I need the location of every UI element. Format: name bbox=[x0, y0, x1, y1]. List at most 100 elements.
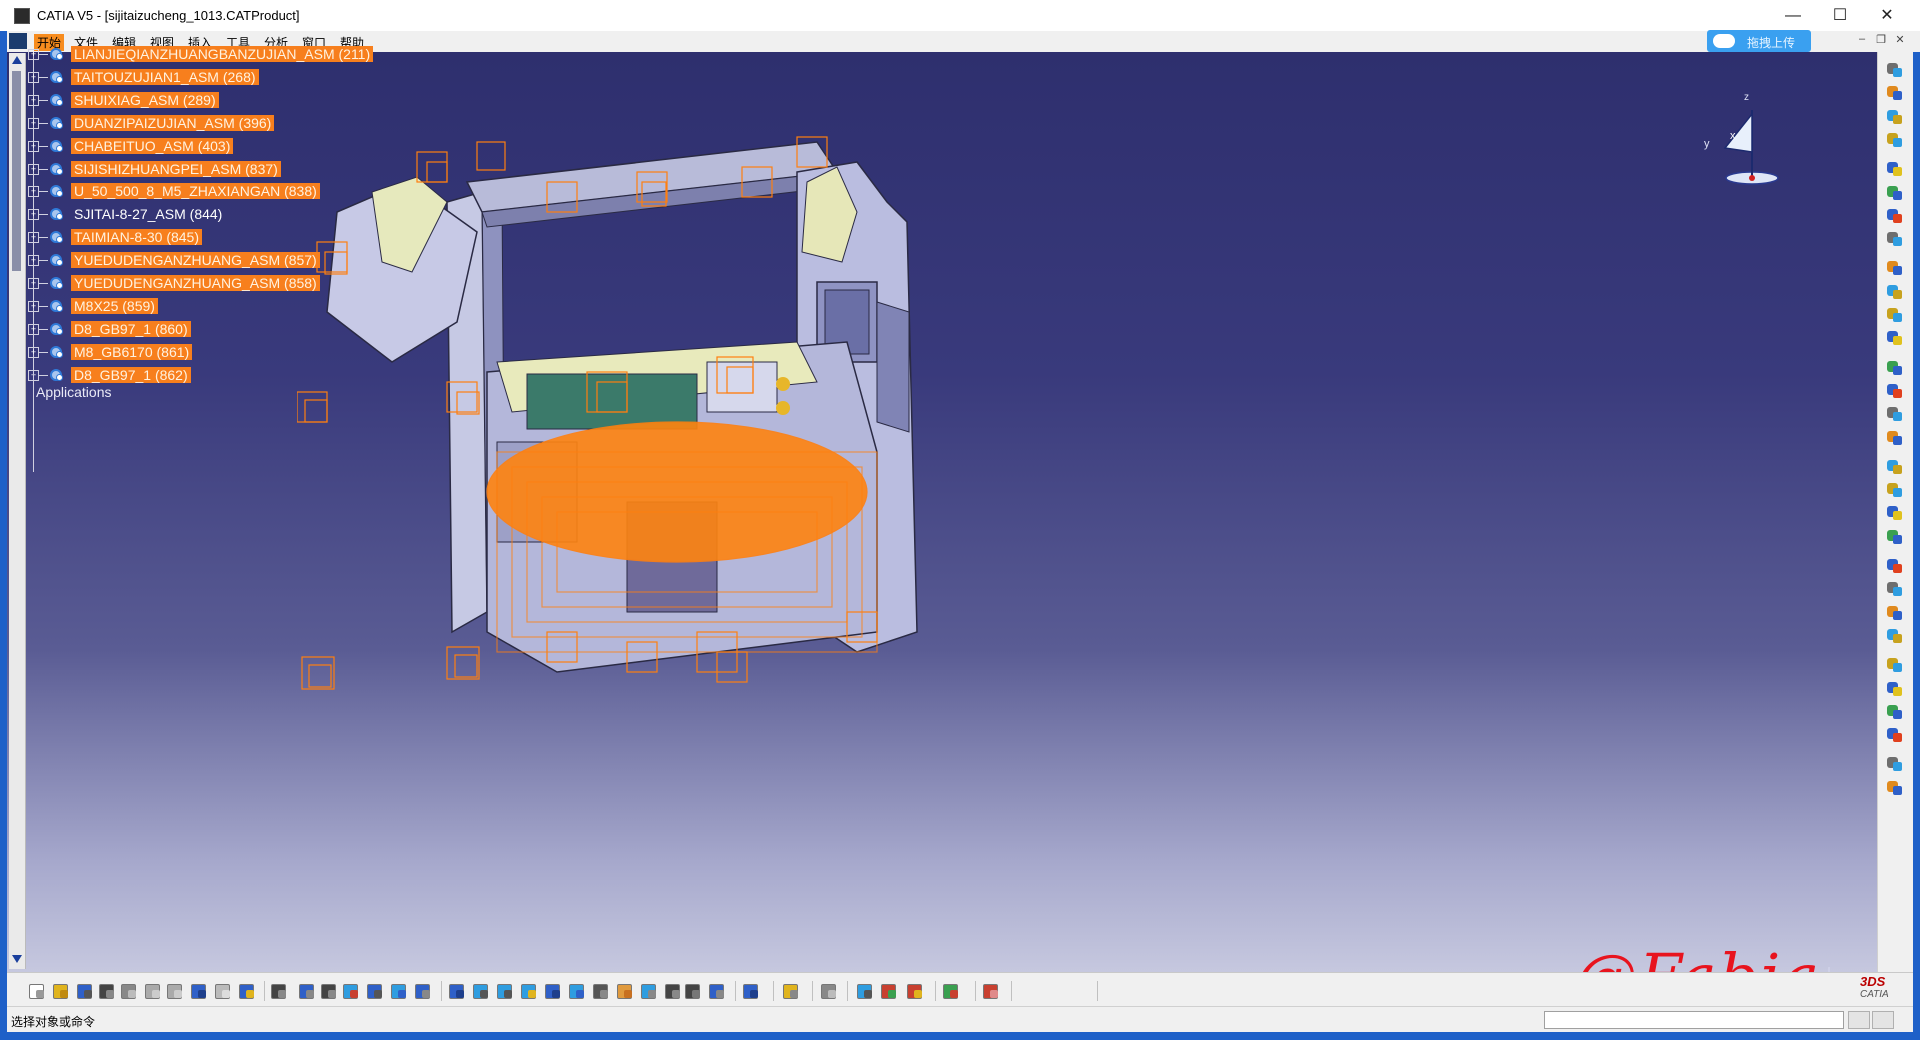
tree-node[interactable]: + CHABEITUO_ASM (403) bbox=[26, 136, 386, 156]
right-tool-icon[interactable] bbox=[1885, 159, 1905, 179]
tree-scrollbar[interactable] bbox=[9, 53, 26, 969]
right-tool-icon[interactable] bbox=[1885, 626, 1905, 646]
tree-node-label[interactable]: SHUIXIAG_ASM (289) bbox=[71, 91, 219, 108]
right-tool-icon[interactable] bbox=[1885, 480, 1905, 500]
bottom-tool-icon[interactable] bbox=[781, 981, 801, 1001]
right-tool-icon[interactable] bbox=[1885, 130, 1905, 150]
status-button-2[interactable] bbox=[1872, 1011, 1894, 1029]
right-tool-icon[interactable] bbox=[1885, 83, 1905, 103]
bottom-tool-icon[interactable] bbox=[341, 981, 361, 1001]
right-tool-icon[interactable] bbox=[1885, 503, 1905, 523]
right-tool-icon[interactable] bbox=[1885, 778, 1905, 798]
mdi-restore-button[interactable]: ❐ bbox=[1874, 33, 1888, 46]
bottom-tool-icon[interactable] bbox=[663, 981, 683, 1001]
tree-node-label[interactable]: U_50_500_8_M5_ZHAXIANGAN (838) bbox=[71, 183, 320, 200]
catia-menu-logo-icon[interactable] bbox=[9, 33, 27, 49]
tree-node-label[interactable]: TAIMIAN-8-30 (845) bbox=[71, 229, 202, 246]
bottom-tool-icon[interactable] bbox=[297, 981, 317, 1001]
tree-node-label[interactable]: YUEDUDENGANZHUANG_ASM (857) bbox=[71, 252, 320, 269]
bottom-tool-icon[interactable] bbox=[365, 981, 385, 1001]
right-tool-icon[interactable] bbox=[1885, 579, 1905, 599]
right-tool-icon[interactable] bbox=[1885, 702, 1905, 722]
bottom-tool-icon[interactable] bbox=[941, 981, 961, 1001]
right-tool-icon[interactable] bbox=[1885, 527, 1905, 547]
bottom-tool-icon[interactable] bbox=[27, 981, 47, 1001]
right-tool-icon[interactable] bbox=[1885, 754, 1905, 774]
bottom-tool-icon[interactable] bbox=[447, 981, 467, 1001]
tree-node[interactable]: +D8_GB97_1 (862) bbox=[26, 365, 386, 385]
tree-node[interactable]: + LIANJIEQIANZHUANGBANZUJIAN_ASM (211) bbox=[26, 44, 386, 64]
scroll-up-arrow-icon[interactable] bbox=[12, 56, 22, 64]
orientation-compass[interactable] bbox=[1707, 102, 1787, 202]
cloud-upload-button[interactable]: 拖拽上传 bbox=[1707, 30, 1811, 52]
bottom-tool-icon[interactable] bbox=[495, 981, 515, 1001]
right-tool-icon[interactable] bbox=[1885, 282, 1905, 302]
maximize-button[interactable]: ☐ bbox=[1817, 0, 1863, 31]
tree-applications-node[interactable]: Applications bbox=[36, 384, 112, 400]
tree-node[interactable]: + YUEDUDENGANZHUANG_ASM (858) bbox=[26, 273, 386, 293]
bottom-tool-icon[interactable] bbox=[855, 981, 875, 1001]
right-tool-icon[interactable] bbox=[1885, 381, 1905, 401]
tree-node[interactable]: + D8_GB97_1 (860) bbox=[26, 319, 386, 339]
bottom-tool-icon[interactable] bbox=[319, 981, 339, 1001]
bottom-tool-icon[interactable] bbox=[143, 981, 163, 1001]
tree-node[interactable]: + DUANZIPAIZUJIAN_ASM (396) bbox=[26, 113, 386, 133]
minimize-button[interactable]: — bbox=[1770, 0, 1816, 31]
right-tool-icon[interactable] bbox=[1885, 107, 1905, 127]
tree-node-label[interactable]: D8_GB97_1 (860) bbox=[71, 320, 191, 337]
bottom-tool-icon[interactable] bbox=[591, 981, 611, 1001]
bottom-tool-icon[interactable] bbox=[389, 981, 409, 1001]
tree-node[interactable]: + M8_GB6170 (861) bbox=[26, 342, 386, 362]
right-tool-icon[interactable] bbox=[1885, 183, 1905, 203]
scroll-down-arrow-icon[interactable] bbox=[12, 955, 22, 963]
bottom-tool-icon[interactable] bbox=[269, 981, 289, 1001]
right-tool-icon[interactable] bbox=[1885, 358, 1905, 378]
tree-node-label[interactable]: M8_GB6170 (861) bbox=[71, 343, 193, 360]
tree-node-label[interactable]: TAITOUZUJIAN1_ASM (268) bbox=[71, 68, 259, 85]
tree-node-label[interactable]: M8X25 (859) bbox=[71, 297, 158, 314]
tree-node-label[interactable]: LIANJIEQIANZHUANGBANZUJIAN_ASM (211) bbox=[71, 46, 374, 62]
bottom-tool-icon[interactable] bbox=[213, 981, 233, 1001]
right-tool-icon[interactable] bbox=[1885, 404, 1905, 424]
bottom-tool-icon[interactable] bbox=[819, 981, 839, 1001]
tree-node[interactable]: + YUEDUDENGANZHUANG_ASM (857) bbox=[26, 250, 386, 270]
mdi-minimize-button[interactable]: – bbox=[1855, 33, 1869, 45]
bottom-tool-icon[interactable] bbox=[615, 981, 635, 1001]
bottom-tool-icon[interactable] bbox=[741, 981, 761, 1001]
right-tool-icon[interactable] bbox=[1885, 725, 1905, 745]
scroll-thumb[interactable] bbox=[12, 71, 21, 271]
bottom-tool-icon[interactable] bbox=[905, 981, 925, 1001]
right-tool-icon[interactable] bbox=[1885, 457, 1905, 477]
bottom-tool-icon[interactable] bbox=[75, 981, 95, 1001]
tree-node-label[interactable]: SJITAI-8-27_ASM (844) bbox=[71, 206, 225, 222]
right-tool-icon[interactable] bbox=[1885, 655, 1905, 675]
tree-node-label[interactable]: SIJISHIZHUANGPEI_ASM (837) bbox=[71, 160, 281, 177]
tree-node-label[interactable]: YUEDUDENGANZHUANG_ASM (858) bbox=[71, 275, 320, 291]
right-tool-icon[interactable] bbox=[1885, 206, 1905, 226]
tree-node[interactable]: + M8X25 (859) bbox=[26, 296, 386, 316]
bottom-tool-icon[interactable] bbox=[567, 981, 587, 1001]
tree-node[interactable]: + TAITOUZUJIAN1_ASM (268) bbox=[26, 67, 386, 87]
tree-node[interactable]: + SJITAI-8-27_ASM (844) bbox=[26, 204, 386, 224]
tree-node-label[interactable]: D8_GB97_1 (862) bbox=[71, 366, 191, 383]
tree-node[interactable]: + SHUIXIAG_ASM (289) bbox=[26, 90, 386, 110]
bottom-tool-icon[interactable] bbox=[683, 981, 703, 1001]
tree-node[interactable]: + SIJISHIZHUANGPEI_ASM (837) bbox=[26, 159, 386, 179]
right-tool-icon[interactable] bbox=[1885, 428, 1905, 448]
bottom-tool-icon[interactable] bbox=[51, 981, 71, 1001]
right-tool-icon[interactable] bbox=[1885, 258, 1905, 278]
bottom-tool-icon[interactable] bbox=[97, 981, 117, 1001]
bottom-tool-icon[interactable] bbox=[413, 981, 433, 1001]
right-tool-icon[interactable] bbox=[1885, 60, 1905, 80]
right-tool-icon[interactable] bbox=[1885, 556, 1905, 576]
tree-node[interactable]: + U_50_500_8_M5_ZHAXIANGAN (838) bbox=[26, 181, 386, 201]
tree-node[interactable]: + TAIMIAN-8-30 (845) bbox=[26, 227, 386, 247]
bottom-tool-icon[interactable] bbox=[237, 981, 257, 1001]
tree-node-label[interactable]: CHABEITUO_ASM (403) bbox=[71, 137, 234, 154]
bottom-tool-icon[interactable] bbox=[543, 981, 563, 1001]
bottom-tool-icon[interactable] bbox=[119, 981, 139, 1001]
bottom-tool-icon[interactable] bbox=[981, 981, 1001, 1001]
right-tool-icon[interactable] bbox=[1885, 328, 1905, 348]
close-button[interactable]: ✕ bbox=[1864, 0, 1910, 31]
bottom-tool-icon[interactable] bbox=[165, 981, 185, 1001]
